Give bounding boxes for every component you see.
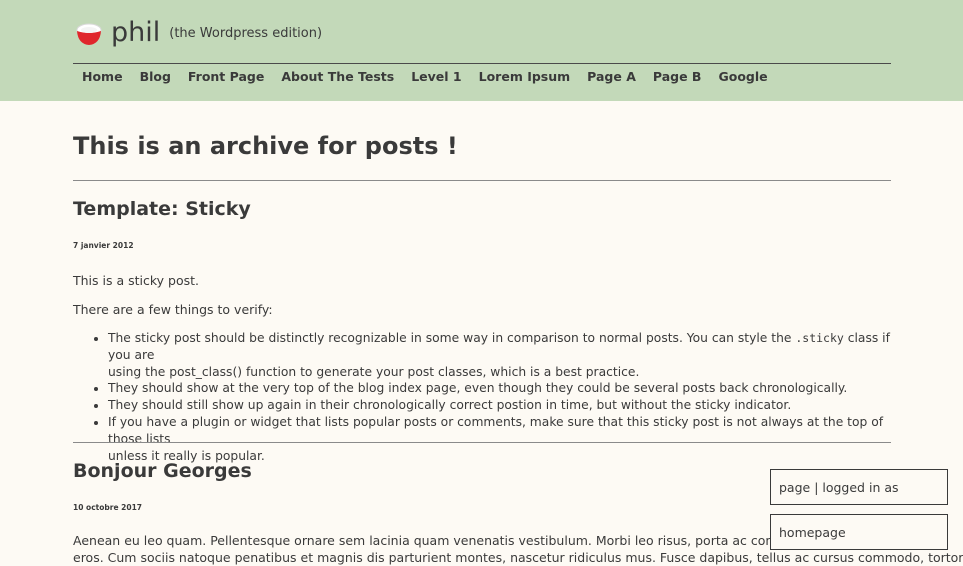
nav-item-lorem-ipsum[interactable]: Lorem Ipsum xyxy=(470,69,579,85)
nav-item-level-1[interactable]: Level 1 xyxy=(403,69,470,85)
list-item: They should show at the very top of the … xyxy=(108,380,891,397)
site-title[interactable]: phil xyxy=(111,18,160,48)
post-date[interactable]: 7 janvier 2012 xyxy=(73,241,134,250)
site-branding[interactable]: phil (the Wordpress edition) xyxy=(75,18,322,48)
post-date[interactable]: 10 octobre 2017 xyxy=(73,503,142,512)
nav-item-about-the-tests[interactable]: About The Tests xyxy=(273,69,403,85)
nav-item-front-page[interactable]: Front Page xyxy=(179,69,272,85)
nav-item-blog[interactable]: Blog xyxy=(131,69,179,85)
post-title-bonjour-georges[interactable]: Bonjour Georges xyxy=(73,460,252,482)
post-paragraph: This is a sticky post. xyxy=(73,273,200,288)
excerpt-line: Aenean eu leo quam. Pellentesque ornare … xyxy=(73,533,837,548)
divider xyxy=(73,442,891,443)
nav-item-google[interactable]: Google xyxy=(710,69,776,85)
page-title: This is an archive for posts ! xyxy=(73,132,458,160)
post-title-sticky[interactable]: Template: Sticky xyxy=(73,198,251,220)
excerpt-line: eros. Cum sociis natoque penatibus et ma… xyxy=(73,549,963,565)
site-tagline: (the Wordpress edition) xyxy=(169,26,323,41)
post-paragraph: There are a few things to verify: xyxy=(73,302,273,317)
post-bullet-list: The sticky post should be distinctly rec… xyxy=(73,330,891,464)
homepage-link-box[interactable]: homepage xyxy=(770,514,948,550)
inline-code: .sticky xyxy=(795,331,844,345)
site-header: phil (the Wordpress edition) Home Blog F… xyxy=(0,0,963,101)
list-item-text: The sticky post should be distinctly rec… xyxy=(108,331,796,345)
logged-in-status-box[interactable]: page | logged in as gunther xyxy=(770,469,948,531)
main-navigation: Home Blog Front Page About The Tests Lev… xyxy=(73,63,891,85)
nav-item-home[interactable]: Home xyxy=(73,69,131,85)
nav-item-page-b[interactable]: Page B xyxy=(644,69,710,85)
nav-item-page-a[interactable]: Page A xyxy=(579,69,645,85)
list-item: The sticky post should be distinctly rec… xyxy=(108,330,891,380)
list-item: They should still show up again in their… xyxy=(108,397,891,414)
divider xyxy=(73,180,891,181)
list-item-text: using the post_class() function to gener… xyxy=(108,364,640,379)
bowl-logo-icon xyxy=(75,19,103,47)
list-item: If you have a plugin or widget that list… xyxy=(108,414,891,464)
